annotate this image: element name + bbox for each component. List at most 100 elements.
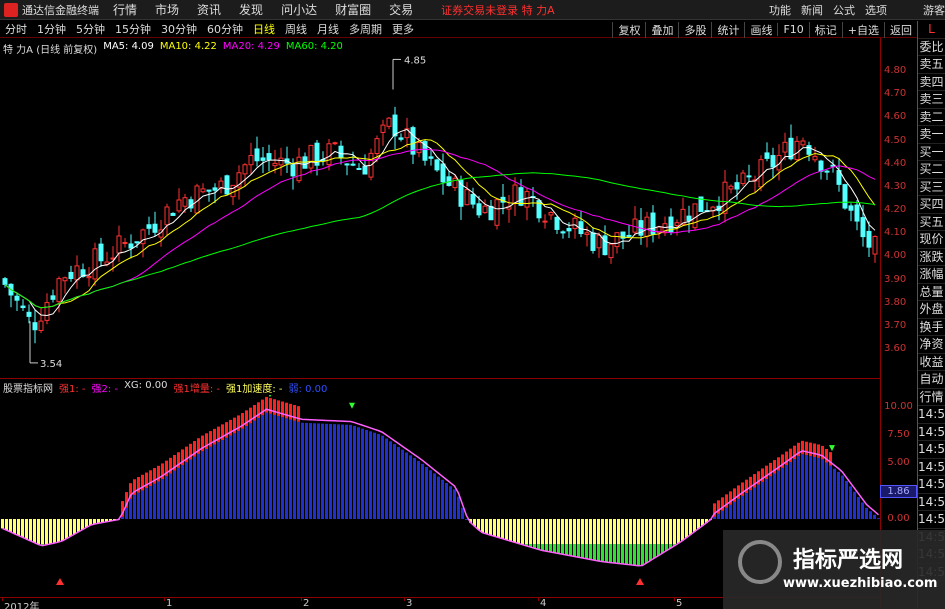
tool-f10[interactable]: F10 xyxy=(777,23,808,36)
indicator-bar xyxy=(801,454,804,519)
tool-overlay[interactable]: 叠加 xyxy=(645,21,678,38)
candle-body xyxy=(734,182,740,190)
indicator-bar-weak xyxy=(593,544,596,561)
indicator-bar xyxy=(817,457,820,519)
candle-body xyxy=(2,278,8,285)
tool-draw[interactable]: 画线 xyxy=(744,21,777,38)
indicator-bar xyxy=(421,463,424,519)
menu-item-ask[interactable]: 问小达 xyxy=(281,1,317,18)
period-60m[interactable]: 60分钟 xyxy=(202,21,248,37)
candle-body xyxy=(68,271,74,279)
side-panel-item: 14:5 xyxy=(918,459,945,476)
period-weekly[interactable]: 周线 xyxy=(280,21,312,37)
indicator-bar xyxy=(169,473,172,519)
candle-body xyxy=(632,218,638,233)
candle-body xyxy=(224,175,230,195)
menu-item-wealth[interactable]: 财富圈 xyxy=(335,1,371,18)
menu-guest[interactable]: 游客 xyxy=(923,2,945,18)
menu-item-trade[interactable]: 交易 xyxy=(389,1,413,18)
period-daily[interactable]: 日线 xyxy=(248,21,280,37)
indicator-bar-weak xyxy=(549,544,552,553)
tool-mark[interactable]: 标记 xyxy=(808,21,842,38)
indicator-bar xyxy=(245,426,248,519)
menu-news-btn[interactable]: 新闻 xyxy=(801,2,823,18)
period-15m[interactable]: 15分钟 xyxy=(110,21,156,37)
period-30m[interactable]: 30分钟 xyxy=(156,21,202,37)
tool-add-watch[interactable]: +自选 xyxy=(841,21,884,38)
indicator-bar xyxy=(181,465,184,519)
indicator-bar-neg xyxy=(673,519,676,544)
price-tick: 3.80 xyxy=(884,296,907,308)
tool-stats[interactable]: 统计 xyxy=(711,21,744,38)
indicator-bar-neg xyxy=(69,519,72,537)
indicator-bar xyxy=(325,423,328,519)
period-multi[interactable]: 多周期 xyxy=(344,21,387,37)
indicator-bar xyxy=(873,514,876,519)
indicator-bar xyxy=(393,444,396,519)
indicator-bar-neg xyxy=(541,519,544,544)
period-5m[interactable]: 5分钟 xyxy=(71,21,110,37)
period-more[interactable]: 更多 xyxy=(387,21,419,37)
indicator-bar-neg xyxy=(585,519,588,544)
candlestick-chart[interactable]: 4.85 3.54 xyxy=(0,38,880,378)
menu-formula[interactable]: 公式 xyxy=(833,2,855,18)
menu-function[interactable]: 功能 xyxy=(769,2,791,18)
legend-s3: 强1增量: - xyxy=(173,384,221,395)
indicator-bar-neg xyxy=(621,519,624,544)
menu-item-market[interactable]: 市场 xyxy=(155,1,179,18)
indicator-bar xyxy=(313,423,316,519)
side-panel-item: 收益 xyxy=(918,354,945,371)
pane-divider[interactable] xyxy=(0,378,880,379)
ma10-line xyxy=(4,139,876,309)
price-tick: 4.60 xyxy=(884,111,907,123)
indicator-bar-weak xyxy=(637,544,640,566)
indicator-bar xyxy=(277,416,280,519)
low-label: 3.54 xyxy=(40,359,62,370)
indicator-bar-weak xyxy=(601,544,604,562)
indicator-bar-weak xyxy=(553,544,556,553)
indicator-bar xyxy=(333,424,336,519)
menu-item-discover[interactable]: 发现 xyxy=(239,1,263,18)
tool-back[interactable]: 返回 xyxy=(884,21,917,38)
menu-options[interactable]: 选项 xyxy=(865,2,887,18)
indicator-bar xyxy=(813,456,816,519)
indicator-bar xyxy=(193,456,196,519)
menu-item-news[interactable]: 资讯 xyxy=(197,1,221,18)
indicator-bar xyxy=(757,484,760,519)
indicator-bar-neg xyxy=(657,519,660,544)
side-panel-item: 买三 xyxy=(918,179,945,196)
indicator-bar-neg xyxy=(501,519,504,539)
indicator-bar xyxy=(773,473,776,519)
high-label: 4.85 xyxy=(404,55,426,66)
menu-item-quotes[interactable]: 行情 xyxy=(113,1,137,18)
candle-body xyxy=(242,164,248,175)
candle-body xyxy=(518,187,524,206)
indicator-tick: 5.00 xyxy=(887,457,910,468)
indicator-bar xyxy=(781,467,784,519)
indicator-bar xyxy=(729,504,732,519)
period-intraday[interactable]: 分时 xyxy=(0,21,32,37)
indicator-bar-weak xyxy=(653,544,656,559)
period-monthly[interactable]: 月线 xyxy=(312,21,344,37)
watermark: 指标严选网 www.xuezhibiao.com xyxy=(723,530,945,609)
indicator-bar xyxy=(165,476,168,519)
side-panel-item: 14:5 xyxy=(918,424,945,441)
candle-body xyxy=(824,170,830,173)
candle-body xyxy=(806,145,812,155)
candle-body xyxy=(464,189,470,206)
indicator-bar-neg xyxy=(65,519,68,539)
date-tick: 5 xyxy=(676,598,683,609)
side-panel-toggle[interactable]: L xyxy=(918,21,945,39)
indicator-bar xyxy=(437,476,440,519)
indicator-bar-weak xyxy=(609,544,612,563)
candle-body xyxy=(482,205,488,214)
legend-s2: 强2: - xyxy=(91,384,119,395)
indicator-bar xyxy=(177,467,180,519)
chart-tools: 复权 叠加 多股 统计 画线 F10 标记 +自选 返回 xyxy=(612,21,917,38)
indicator-bar xyxy=(761,481,764,519)
period-1m[interactable]: 1分钟 xyxy=(32,21,71,37)
tool-adjust[interactable]: 复权 xyxy=(612,21,645,38)
tool-multi-stock[interactable]: 多股 xyxy=(678,21,711,38)
indicator-bar-weak xyxy=(621,544,624,564)
indicator-bar-neg xyxy=(61,519,64,541)
